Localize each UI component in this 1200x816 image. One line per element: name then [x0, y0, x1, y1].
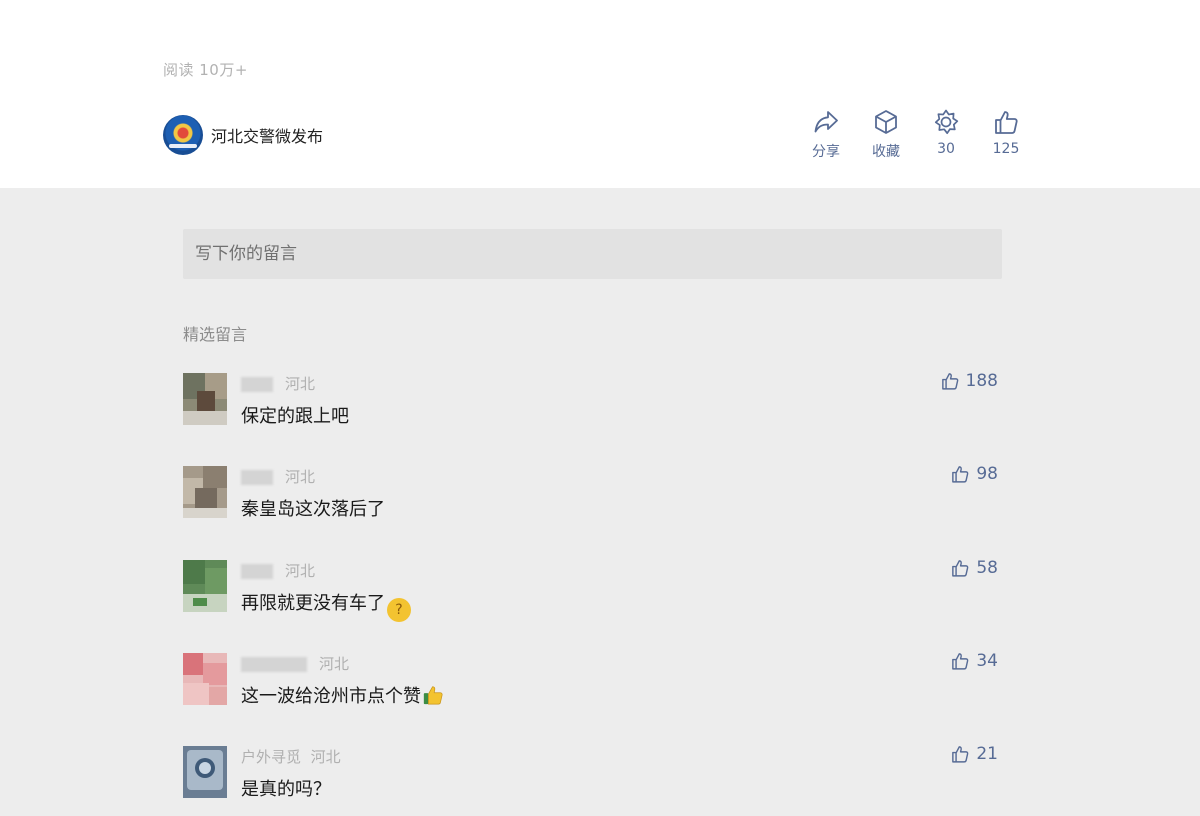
- account-name: 河北交警微发布: [211, 127, 324, 146]
- comment-like-button[interactable]: 98: [950, 464, 998, 484]
- comment-text: 再限就更没有车了?: [241, 589, 411, 622]
- comment-location: 河北: [285, 468, 316, 486]
- account-link[interactable]: 河北交警微发布: [163, 115, 323, 155]
- share-button[interactable]: 分享: [796, 108, 856, 161]
- comment-input[interactable]: [193, 243, 977, 265]
- comment-location: 河北: [319, 655, 350, 673]
- thumbs-up-emoji-icon: [423, 686, 443, 705]
- comment-nickname: 户外寻觅: [241, 748, 302, 766]
- comment-like-button[interactable]: 21: [950, 744, 998, 764]
- article-footer: 阅读 10万+ 河北交警微发布 分享 收藏 30 125: [0, 0, 1200, 188]
- avatar[interactable]: [183, 653, 227, 705]
- avatar[interactable]: [183, 560, 227, 612]
- comment-text: 秦皇岛这次落后了: [241, 499, 385, 520]
- thumbs-up-icon: [941, 373, 958, 390]
- comment-author[interactable]: 户外寻觅 河北: [241, 746, 341, 767]
- comment-author[interactable]: 河北: [241, 653, 349, 674]
- comment-like-count: 21: [976, 744, 998, 764]
- comment-item: 河北 再限就更没有车了? 58: [183, 558, 998, 630]
- favorite-button[interactable]: 收藏: [856, 108, 916, 161]
- comment-text: 保定的跟上吧: [241, 406, 349, 427]
- comment-item: 河北 这一波给沧州市点个赞 34: [183, 651, 998, 723]
- comment-item: 河北 保定的跟上吧 188: [183, 371, 998, 443]
- comment-location: 河北: [310, 748, 341, 766]
- thumbs-up-icon: [952, 466, 969, 483]
- comment-like-button[interactable]: 58: [950, 558, 998, 578]
- blurred-nickname: [241, 377, 273, 392]
- blurred-nickname: [241, 657, 307, 672]
- favorite-icon: [875, 110, 897, 134]
- comment-like-button[interactable]: 188: [940, 371, 998, 391]
- avatar[interactable]: [183, 373, 227, 425]
- like-button[interactable]: 125: [976, 108, 1036, 157]
- comment-location: 河北: [285, 375, 316, 393]
- share-icon: [814, 111, 838, 133]
- thumbs-up-icon: [952, 560, 969, 577]
- comment-like-count: 98: [976, 464, 998, 484]
- comment-like-count: 34: [976, 651, 998, 671]
- comment-like-count: 188: [965, 371, 998, 391]
- blurred-nickname: [241, 470, 273, 485]
- comment-text-content: 这一波给沧州市点个赞: [241, 686, 421, 707]
- thumbs-up-icon: [952, 746, 969, 763]
- comment-text-content: 再限就更没有车了: [241, 593, 385, 614]
- comment-item: 户外寻觅 河北 是真的吗？ 21: [183, 744, 998, 816]
- comment-author[interactable]: 河北: [241, 466, 315, 487]
- thinking-face-emoji-icon: ?: [387, 598, 411, 622]
- avatar[interactable]: [183, 746, 227, 798]
- like-count: 125: [992, 141, 1020, 157]
- account-avatar: [163, 115, 203, 155]
- blurred-nickname: [241, 564, 273, 579]
- comment-input-box[interactable]: [183, 229, 1002, 279]
- comment-text: 这一波给沧州市点个赞: [241, 682, 444, 708]
- like-icon: [995, 111, 1018, 134]
- avatar[interactable]: [183, 466, 227, 518]
- comment-like-button[interactable]: 34: [950, 651, 998, 671]
- comment-author[interactable]: 河北: [241, 560, 315, 581]
- wow-icon: [934, 109, 959, 135]
- read-count: 阅读 10万+: [163, 61, 248, 79]
- thumbs-up-icon: [952, 653, 969, 670]
- wow-button[interactable]: 30: [916, 108, 976, 157]
- favorite-label: 收藏: [872, 144, 900, 160]
- featured-comments-title: 精选留言: [183, 325, 248, 344]
- share-label: 分享: [812, 144, 840, 160]
- comment-item: 河北 秦皇岛这次落后了 98: [183, 464, 998, 536]
- comment-like-count: 58: [976, 558, 998, 578]
- comment-author[interactable]: 河北: [241, 373, 315, 394]
- comment-text: 是真的吗？: [241, 779, 331, 800]
- comment-location: 河北: [285, 562, 316, 580]
- wow-count: 30: [937, 141, 955, 157]
